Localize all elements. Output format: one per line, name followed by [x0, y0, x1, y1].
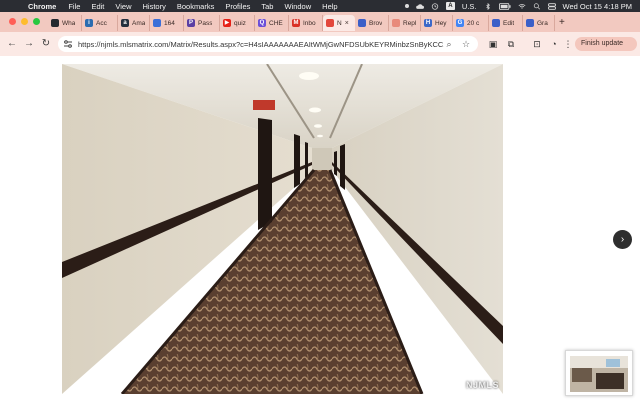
divider-icon: ⋮ [563, 39, 573, 49]
tab-label: Wha [62, 19, 76, 27]
page-content: NJMLS › [0, 56, 640, 400]
menu-file[interactable]: File [68, 2, 80, 11]
next-photo-button[interactable]: › [613, 230, 632, 249]
address-bar[interactable]: https://njmls.mlsmatrix.com/Matrix/Resul… [58, 36, 478, 52]
tab-12[interactable]: H Hey [421, 15, 453, 31]
bookmark-star-icon[interactable]: ☆ [461, 39, 471, 49]
spotlight-search-icon[interactable] [533, 2, 541, 10]
tab-label: 164 [164, 19, 175, 27]
password-icon: P [187, 19, 195, 27]
tab-label: Pass [198, 19, 213, 27]
clock-status-icon[interactable] [431, 2, 439, 10]
thumbnail-image [566, 351, 632, 395]
site-info-icon[interactable] [63, 39, 73, 49]
menu-bookmarks[interactable]: Bookmarks [177, 2, 215, 11]
grammar-icon [526, 19, 534, 27]
back-button[interactable]: ← [5, 37, 19, 51]
matrix-icon [326, 19, 334, 27]
tab-8[interactable]: M Inbo [289, 15, 323, 31]
hallway-image [62, 64, 503, 394]
tab-7[interactable]: Q CHE [255, 15, 289, 31]
close-tab-icon[interactable]: × [345, 20, 349, 27]
tab-14[interactable]: Edit [489, 15, 523, 31]
hey-icon: H [424, 19, 432, 27]
menu-history[interactable]: History [143, 2, 166, 11]
tab-label: Edit [503, 19, 515, 27]
menu-edit[interactable]: Edit [91, 2, 104, 11]
control-center-icon[interactable] [547, 2, 556, 10]
cloud-icon [153, 19, 161, 27]
tab-15[interactable]: Gra [523, 15, 555, 31]
tab-2[interactable]: i Acc [82, 15, 118, 31]
zoom-window-button[interactable] [33, 18, 40, 25]
input-region-label[interactable]: U.S. [462, 2, 477, 11]
youtube-icon: ▶ [223, 19, 231, 27]
info-icon: i [85, 19, 93, 27]
new-tab-button[interactable]: + [559, 14, 565, 32]
tab-label: Acc [96, 19, 107, 27]
tab-label: Hey [435, 19, 447, 27]
search-q-icon: Q [258, 19, 266, 27]
browser-toolbar: ← → ↻ https://njmls.mlsmatrix.com/Matrix… [0, 32, 640, 56]
tab-label: N [337, 19, 342, 27]
reload-button[interactable]: ↻ [39, 37, 53, 51]
tab-list: Wha i Acc a Ama 164 P Pass ▶ quiz Q CHE M Inbo N × Brov R… [48, 14, 565, 32]
google-icon: G [456, 19, 464, 27]
tab-label: quiz [234, 19, 246, 27]
macos-menu-bar: Chrome File Edit View History Bookmarks … [0, 0, 640, 12]
extensions-icon[interactable]: ⧉ [505, 38, 517, 50]
gmail-icon: M [292, 19, 300, 27]
battery-icon[interactable] [498, 2, 511, 10]
cast-icon[interactable]: ⊡ [531, 38, 543, 50]
menubar-clock[interactable]: Wed Oct 15 4:18 PM [563, 2, 632, 11]
menu-help[interactable]: Help [322, 2, 337, 11]
url-text[interactable]: https://njmls.mlsmatrix.com/Matrix/Resul… [78, 40, 444, 49]
tab-label: 20 c [467, 19, 480, 27]
menu-window[interactable]: Window [284, 2, 311, 11]
app-menu-chrome[interactable]: Chrome [28, 2, 56, 11]
menu-view[interactable]: View [115, 2, 131, 11]
profile-icon[interactable]: ◔ [548, 38, 560, 50]
forward-button[interactable]: → [22, 37, 36, 51]
close-window-button[interactable] [9, 18, 16, 25]
minimize-window-button[interactable] [21, 18, 28, 25]
cloud-status-icon[interactable] [416, 3, 424, 10]
tab-11[interactable]: Repl [389, 15, 421, 31]
search-icon[interactable]: ⌕ [444, 39, 454, 49]
status-dot-icon[interactable] [404, 4, 409, 8]
menu-profiles[interactable]: Profiles [225, 2, 250, 11]
photo-thumbnail[interactable] [565, 350, 633, 396]
tab-5[interactable]: P Pass [184, 15, 220, 31]
reply-icon [392, 19, 400, 27]
tab-10[interactable]: Brov [355, 15, 389, 31]
window-controls [9, 18, 40, 25]
tab-label: Repl [403, 19, 417, 27]
github-icon [51, 19, 59, 27]
tab-label: Gra [537, 19, 548, 27]
njmls-watermark: NJMLS [465, 380, 499, 390]
menu-tab[interactable]: Tab [261, 2, 273, 11]
tab-3[interactable]: a Ama [118, 15, 150, 31]
tab-strip: Wha i Acc a Ama 164 P Pass ▶ quiz Q CHE M Inbo N × Brov R… [0, 12, 640, 32]
browser-icon [358, 19, 366, 27]
input-source-icon[interactable]: A [445, 2, 455, 10]
wifi-icon[interactable] [518, 3, 526, 10]
menu-list: File Edit View History Bookmarks Profile… [68, 2, 337, 11]
edit-icon [492, 19, 500, 27]
tab-1[interactable]: Wha [48, 15, 82, 31]
bluetooth-icon[interactable] [484, 2, 492, 10]
tab-4[interactable]: 164 [150, 15, 184, 31]
tab-label: Inbo [303, 19, 316, 27]
listing-photo[interactable]: NJMLS [62, 64, 503, 394]
tab-label: CHE [269, 19, 283, 27]
tab-search-icon[interactable]: ▣ [487, 38, 499, 50]
status-area: A U.S. Wed Oct 15 4:18 PM [404, 0, 632, 12]
tab-label: Brov [369, 19, 383, 27]
finish-update-button[interactable]: Finish update [575, 37, 637, 51]
tab-6[interactable]: ▶ quiz [220, 15, 255, 31]
tab-label: Ama [132, 19, 146, 27]
tab-13[interactable]: G 20 c [453, 15, 489, 31]
tab-9[interactable]: N × [323, 15, 355, 31]
amazon-icon: a [121, 19, 129, 27]
